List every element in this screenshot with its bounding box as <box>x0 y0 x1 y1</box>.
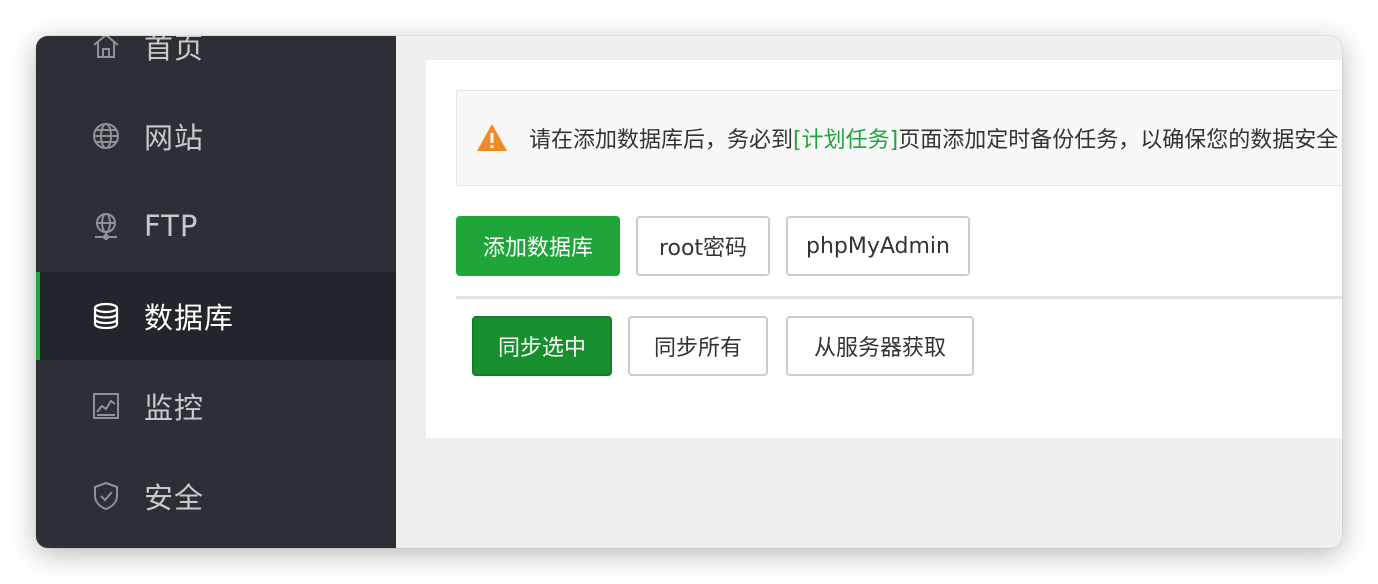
add-database-button[interactable]: 添加数据库 <box>456 216 620 276</box>
sidebar-item-home[interactable]: 首页 <box>36 36 396 90</box>
app-window: 首页 网站 FTP 数据库 监控 安全 请在添加数据库后，务必到[计划任务]页面… <box>36 36 1342 548</box>
home-icon <box>89 36 123 63</box>
sidebar-item-label: 安全 <box>144 481 205 515</box>
sync-all-button[interactable]: 同步所有 <box>628 316 768 376</box>
fetch-from-server-button[interactable]: 从服务器获取 <box>786 316 974 376</box>
scheduled-tasks-link[interactable]: [计划任务] <box>793 128 898 153</box>
notice-text-before: 请在添加数据库后，务必到 <box>529 128 794 153</box>
sidebar-item-security[interactable]: 安全 <box>36 452 396 540</box>
sidebar-item-label: 监控 <box>144 391 205 425</box>
database-panel: 请在添加数据库后，务必到[计划任务]页面添加定时备份任务，以确保您的数据安全 添… <box>426 60 1342 438</box>
backup-notice: 请在添加数据库后，务必到[计划任务]页面添加定时备份任务，以确保您的数据安全 <box>456 90 1342 186</box>
sync-selected-button[interactable]: 同步选中 <box>472 316 612 376</box>
monitor-chart-icon <box>89 389 123 423</box>
ftp-icon <box>89 209 123 243</box>
sidebar-item-label: FTP <box>144 209 199 243</box>
warning-icon <box>475 121 509 155</box>
sidebar: 首页 网站 FTP 数据库 监控 安全 <box>36 36 396 548</box>
divider <box>456 296 1342 299</box>
sidebar-item-label: 数据库 <box>144 301 235 335</box>
main-content: 请在添加数据库后，务必到[计划任务]页面添加定时备份任务，以确保您的数据安全 添… <box>396 36 1342 548</box>
globe-icon <box>89 119 123 153</box>
sidebar-item-ftp[interactable]: FTP <box>36 182 396 270</box>
sidebar-item-label: 网站 <box>144 121 205 155</box>
sidebar-item-label: 首页 <box>144 36 205 65</box>
sidebar-item-website[interactable]: 网站 <box>36 92 396 180</box>
phpmyadmin-button[interactable]: phpMyAdmin <box>786 216 970 276</box>
notice-text-after: 页面添加定时备份任务，以确保您的数据安全 <box>898 128 1339 153</box>
notice-text: 请在添加数据库后，务必到[计划任务]页面添加定时备份任务，以确保您的数据安全 <box>529 122 1338 154</box>
sidebar-item-database[interactable]: 数据库 <box>36 272 396 360</box>
root-password-button[interactable]: root密码 <box>636 216 770 276</box>
shield-icon <box>89 479 123 513</box>
sidebar-item-monitor[interactable]: 监控 <box>36 362 396 450</box>
database-icon <box>89 299 123 333</box>
